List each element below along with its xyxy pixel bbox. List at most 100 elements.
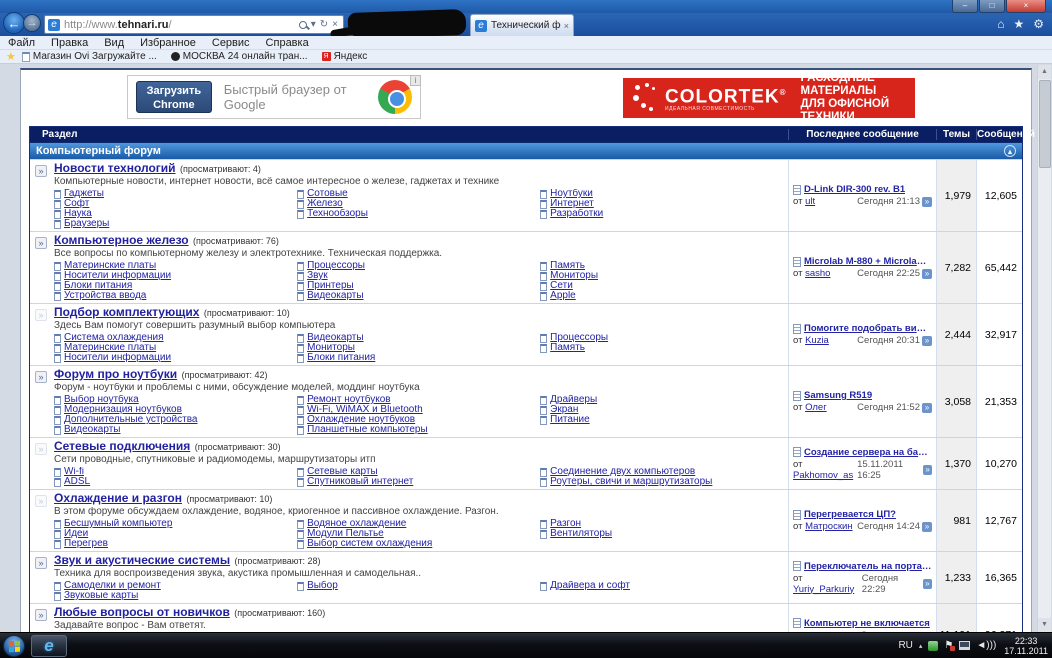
tray-expand-icon[interactable]: ▴: [919, 642, 923, 650]
subforum-link[interactable]: Выбор систем охлаждения: [307, 539, 432, 549]
forum-title-link[interactable]: Любые вопросы от новичков: [54, 605, 230, 619]
subforum-link[interactable]: Сетевые карты: [307, 467, 378, 477]
goto-last-post-icon[interactable]: »: [922, 196, 932, 207]
last-post-user-link[interactable]: Yuriy_Parkuriy: [793, 584, 854, 595]
subforum-link[interactable]: Звуковые карты: [64, 591, 138, 601]
menu-favorites[interactable]: Избранное: [140, 37, 196, 49]
last-post-user-link[interactable]: Kuzia: [805, 335, 829, 346]
subforum-link[interactable]: Разгон: [550, 519, 581, 529]
collapse-icon[interactable]: ▴: [1004, 145, 1016, 157]
search-icon[interactable]: [298, 20, 307, 29]
subforum-link[interactable]: Принтеры: [307, 281, 354, 291]
subforum-link[interactable]: Наука: [64, 209, 92, 219]
subforum-link[interactable]: Мониторы: [307, 343, 355, 353]
subforum-link[interactable]: Железо: [307, 199, 343, 209]
start-button[interactable]: [3, 634, 25, 657]
goto-last-post-icon[interactable]: »: [922, 268, 932, 279]
goto-last-post-icon[interactable]: »: [922, 521, 932, 532]
forum-title-link[interactable]: Компьютерное железо: [54, 233, 189, 247]
subforum-link[interactable]: Apple: [550, 291, 576, 301]
last-post-user-link[interactable]: ult: [805, 196, 815, 207]
taskbar-clock[interactable]: 22:33 17.11.2011: [1004, 636, 1048, 656]
last-post-title-link[interactable]: Компьютер не включается: [804, 618, 930, 629]
goto-last-post-icon[interactable]: »: [922, 578, 932, 589]
subforum-link[interactable]: Носители информации: [64, 271, 171, 281]
subforum-link[interactable]: Звук: [307, 271, 328, 281]
subforum-link[interactable]: Браузеры: [64, 219, 109, 229]
subforum-link[interactable]: Питание: [550, 415, 589, 425]
menu-file[interactable]: Файл: [8, 37, 35, 49]
subforum-link[interactable]: Устройства ввода: [64, 291, 146, 301]
subforum-link[interactable]: Модернизация ноутбуков: [64, 405, 182, 415]
subforum-link[interactable]: Блоки питания: [307, 353, 375, 363]
subforum-link[interactable]: Интернет: [550, 199, 594, 209]
favorite-item[interactable]: Я Яндекс: [321, 51, 367, 62]
subforum-link[interactable]: Видеокарты: [307, 333, 363, 343]
subforum-link[interactable]: Мониторы: [550, 271, 598, 281]
subforum-link[interactable]: Самоделки и ремонт: [64, 581, 161, 591]
menu-edit[interactable]: Правка: [51, 37, 88, 49]
subforum-link[interactable]: Соединение двух компьютеров: [550, 467, 695, 477]
address-bar[interactable]: e http://www. tehnari.ru / ▾ ↻ ×: [44, 15, 344, 34]
subforum-link[interactable]: Сотовые: [307, 189, 348, 199]
last-post-title-link[interactable]: Microlab M-880 + Microlab pro...: [804, 256, 932, 267]
subforum-link[interactable]: Планшетные компьютеры: [307, 425, 428, 435]
subforum-link[interactable]: Блоки питания: [64, 281, 132, 291]
forward-button[interactable]: →: [23, 14, 41, 32]
subforum-link[interactable]: Дополнительные устройства: [64, 415, 197, 425]
forum-title-link[interactable]: Охлаждение и разгон: [54, 491, 182, 505]
chrome-ad-banner[interactable]: Загрузить Chrome Быстрый браузер от Goog…: [127, 75, 421, 119]
subforum-link[interactable]: Память: [550, 261, 585, 271]
refresh-icon[interactable]: ↻: [320, 19, 328, 30]
subforum-link[interactable]: Процессоры: [550, 333, 608, 343]
subforum-link[interactable]: Wi-Fi, WiMAX и Bluetooth: [307, 405, 423, 415]
subforum-link[interactable]: Разработки: [550, 209, 603, 219]
goto-last-post-icon[interactable]: »: [922, 335, 932, 346]
favorites-star-icon[interactable]: ★: [6, 50, 16, 63]
forum-title-link[interactable]: Сетевые подключения: [54, 439, 190, 453]
antivirus-tray-icon[interactable]: [928, 640, 939, 651]
subforum-link[interactable]: Модули Пельтье: [307, 529, 384, 539]
last-post-title-link[interactable]: Перегревается ЦП?: [804, 509, 896, 520]
subforum-link[interactable]: Вентиляторы: [550, 529, 612, 539]
scroll-down-icon[interactable]: ▼: [1038, 618, 1051, 632]
subforum-link[interactable]: Система охлаждения: [64, 333, 164, 343]
download-chrome-button[interactable]: Загрузить Chrome: [136, 81, 212, 113]
subforum-link[interactable]: Технообзоры: [307, 209, 368, 219]
subforum-link[interactable]: Видеокарты: [64, 425, 120, 435]
menu-tools[interactable]: Сервис: [212, 37, 250, 49]
address-dropdown-icon[interactable]: ▾: [311, 19, 316, 30]
forum-title-link[interactable]: Форум про ноутбуки: [54, 367, 177, 381]
colortek-ad-banner[interactable]: COLORTEK® ИДЕАЛЬНАЯ СОВМЕСТИМОСТЬ РАСХОД…: [623, 72, 915, 123]
subforum-link[interactable]: Ноутбуки: [550, 189, 593, 199]
subforum-link[interactable]: Спутниковый интернет: [307, 477, 413, 487]
last-post-user-link[interactable]: Олег: [805, 402, 827, 413]
browser-tab[interactable]: e Технический форум ×: [470, 14, 574, 36]
subforum-link[interactable]: Сети: [550, 281, 573, 291]
subforum-link[interactable]: Материнские платы: [64, 343, 156, 353]
subforum-link[interactable]: Носители информации: [64, 353, 171, 363]
last-post-user-link[interactable]: Матроскин: [805, 521, 852, 532]
vertical-scrollbar[interactable]: ▲ ▼: [1037, 65, 1051, 632]
scrollbar-thumb[interactable]: [1039, 80, 1051, 168]
last-post-user-link[interactable]: sasho: [805, 268, 830, 279]
tab-close-icon[interactable]: ×: [564, 21, 569, 31]
last-post-title-link[interactable]: Samsung R519: [804, 390, 872, 401]
tools-gear-icon[interactable]: ⚙: [1033, 17, 1044, 31]
subforum-link[interactable]: Экран: [550, 405, 578, 415]
action-center-flag-icon[interactable]: ⚑: [944, 640, 956, 651]
subforum-link[interactable]: Софт: [64, 199, 89, 209]
taskbar-ie-button[interactable]: e: [31, 634, 67, 657]
close-button[interactable]: ×: [1006, 0, 1046, 13]
subforum-link[interactable]: Процессоры: [307, 261, 365, 271]
forum-title-link[interactable]: Подбор комплектующих: [54, 305, 199, 319]
subforum-link[interactable]: Бесшумный компьютер: [64, 519, 172, 529]
back-button[interactable]: ←: [3, 12, 25, 34]
maximize-button[interactable]: □: [979, 0, 1005, 13]
subforum-link[interactable]: Выбор: [307, 581, 338, 591]
forum-title-link[interactable]: Новости технологий: [54, 161, 176, 175]
subforum-link[interactable]: Wi-fi: [64, 467, 84, 477]
menu-view[interactable]: Вид: [104, 37, 124, 49]
subforum-link[interactable]: Память: [550, 343, 585, 353]
subforum-link[interactable]: Идеи: [64, 529, 88, 539]
